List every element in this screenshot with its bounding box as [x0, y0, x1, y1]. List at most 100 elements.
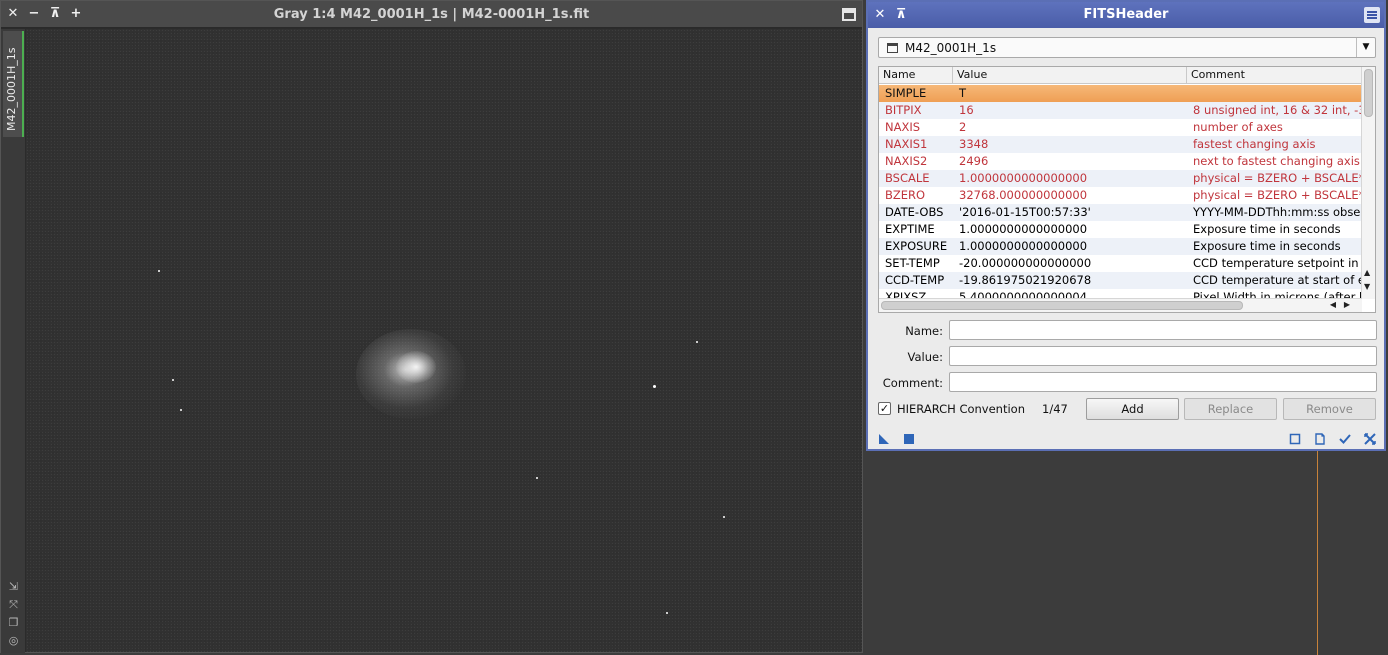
cell-name: NAXIS — [885, 120, 921, 134]
horizontal-scrollbar[interactable]: ◀ ▶ — [879, 298, 1362, 312]
cell-value: 1.0000000000000000 — [959, 171, 1088, 185]
desktop: ✕ − ⊼ + Gray 1:4 M42_0001H_1s | M42-0001… — [0, 0, 1388, 655]
fitsheader-title: FITSHeader — [1083, 7, 1169, 22]
fit-view-icon[interactable]: ⤧ — [7, 598, 20, 611]
hierarch-label: HIERARCH Convention — [897, 402, 1025, 416]
restore-window-icon[interactable] — [842, 8, 856, 21]
cancel-icon[interactable] — [1364, 433, 1376, 445]
table-row[interactable]: NAXIS1 3348 fastest changing axis — [879, 136, 1362, 153]
cell-name: NAXIS1 — [885, 137, 928, 151]
cell-comment: physical = BZERO + BSCALE*a — [1193, 188, 1362, 202]
cell-comment: CCD temperature setpoint in C — [1193, 256, 1362, 270]
table-row[interactable]: NAXIS2 2496 next to fastest changing axis — [879, 153, 1362, 170]
hierarch-checkbox[interactable]: ✓ — [878, 402, 891, 415]
star — [158, 270, 160, 272]
keyword-count: 1/47 — [1042, 402, 1068, 416]
name-field[interactable] — [949, 320, 1377, 340]
value-label: Value: — [907, 350, 943, 364]
checkmark-icon[interactable] — [1339, 433, 1351, 445]
cell-comment: fastest changing axis — [1193, 137, 1316, 151]
cell-comment: Exposure time in seconds — [1193, 239, 1341, 253]
cell-name: DATE-OBS — [885, 205, 944, 219]
cell-value: 32768.000000000000 — [959, 188, 1088, 202]
scroll-left-icon[interactable]: ◀ — [1330, 300, 1336, 309]
clone-view-icon[interactable]: ❐ — [7, 616, 20, 629]
apply-global-icon[interactable] — [903, 433, 915, 445]
image-window-titlebar[interactable]: ✕ − ⊼ + Gray 1:4 M42_0001H_1s | M42-0001… — [1, 1, 862, 28]
table-row[interactable]: EXPOSURE 1.0000000000000000 Exposure time … — [879, 238, 1362, 255]
cell-name: CCD-TEMP — [885, 273, 945, 287]
replace-button[interactable]: Replace — [1184, 398, 1277, 420]
identifier-icon[interactable]: ◎ — [7, 634, 20, 647]
table-row[interactable]: BSCALE 1.0000000000000000 physical = BZERO… — [879, 170, 1362, 187]
fitsheader-window: ✕ ⊼ FITSHeader M42_0001H_1s ▼ Name Value… — [866, 0, 1386, 451]
cell-name: BITPIX — [885, 103, 922, 117]
scrollbar-thumb[interactable] — [881, 301, 1243, 310]
keywords-table[interactable]: Name Value Comment SIMPLE T BITPIX 16 8 unsi… — [878, 66, 1376, 313]
cell-value: '2016-01-15T00:57:33' — [959, 205, 1091, 219]
resize-arrow-icon[interactable]: ⇲ — [7, 580, 20, 593]
column-header-value[interactable]: Value — [953, 67, 1187, 84]
cell-value: 2496 — [959, 154, 989, 168]
star — [696, 341, 698, 343]
table-row[interactable]: BZERO 32768.000000000000 physical = BZERO … — [879, 187, 1362, 204]
image-window: ✕ − ⊼ + Gray 1:4 M42_0001H_1s | M42-0001… — [0, 0, 863, 653]
new-instance-icon[interactable] — [878, 433, 890, 445]
column-header-name[interactable]: Name — [879, 67, 953, 84]
comment-label: Comment: — [882, 376, 943, 390]
view-tab[interactable]: M42_0001H_1s — [3, 31, 24, 137]
scrollbar-thumb[interactable] — [1364, 69, 1373, 117]
chevron-down-icon[interactable]: ▼ — [1356, 38, 1375, 57]
cell-value: 5.4000000000000004 — [959, 290, 1088, 298]
cell-value: -19.861975021920678 — [959, 273, 1092, 287]
table-row[interactable]: XPIXSZ 5.4000000000000004 Pixel Width in m… — [879, 289, 1362, 298]
vertical-scrollbar[interactable]: ▲ ▼ — [1361, 67, 1375, 299]
view-tab-bar: M42_0001H_1s ⇲ ⤧ ❐ ◎ — [1, 29, 25, 653]
scroll-up-icon[interactable]: ▲ — [1364, 268, 1370, 277]
column-header-comment[interactable]: Comment — [1187, 67, 1362, 84]
add-button[interactable]: Add — [1086, 398, 1179, 420]
image-canvas[interactable] — [26, 29, 862, 652]
cell-comment — [1187, 85, 1362, 102]
star — [723, 516, 725, 518]
table-row[interactable]: SIMPLE T — [879, 85, 1362, 102]
cell-comment: 8 unsigned int, 16 & 32 int, -32 — [1193, 103, 1362, 117]
cell-name: SET-TEMP — [885, 256, 940, 270]
cell-name: EXPOSURE — [885, 239, 948, 253]
reset-icon[interactable] — [1314, 433, 1326, 445]
view-selector-value: M42_0001H_1s — [905, 41, 997, 55]
table-row[interactable]: EXPTIME 1.0000000000000000 Exposure time i… — [879, 221, 1362, 238]
star — [653, 385, 656, 388]
cell-name: BSCALE — [885, 171, 930, 185]
comment-field[interactable] — [949, 372, 1377, 392]
table-row[interactable]: NAXIS 2 number of axes — [879, 119, 1362, 136]
table-header: Name Value Comment — [879, 67, 1362, 84]
cell-comment: next to fastest changing axis — [1193, 154, 1360, 168]
cell-comment: number of axes — [1193, 120, 1283, 134]
view-selector[interactable]: M42_0001H_1s ▼ — [878, 37, 1376, 58]
fitsheader-titlebar[interactable]: ✕ ⊼ FITSHeader — [868, 2, 1384, 28]
table-row[interactable]: CCD-TEMP -19.861975021920678 CCD temperatu… — [879, 272, 1362, 289]
scroll-right-icon[interactable]: ▶ — [1344, 300, 1350, 309]
cell-name: SIMPLE — [885, 86, 927, 100]
scroll-down-icon[interactable]: ▼ — [1364, 282, 1370, 291]
name-label: Name: — [905, 324, 943, 338]
cell-value: 2 — [959, 120, 967, 134]
star — [172, 379, 174, 381]
star — [536, 477, 538, 479]
cell-comment: YYYY-MM-DDThh:mm:ss obser — [1193, 205, 1362, 219]
cell-comment: Exposure time in seconds — [1193, 222, 1341, 236]
table-row[interactable]: SET-TEMP -20.000000000000000 CCD temperatu… — [879, 255, 1362, 272]
cell-name: NAXIS2 — [885, 154, 928, 168]
cell-comment: CCD temperature at start of ex — [1193, 273, 1362, 287]
view-icon — [887, 43, 898, 53]
value-field[interactable] — [949, 346, 1377, 366]
table-row[interactable]: BITPIX 16 8 unsigned int, 16 & 32 int, -32 — [879, 102, 1362, 119]
menu-icon[interactable] — [1364, 7, 1380, 23]
cell-value: 3348 — [959, 137, 989, 151]
star — [180, 409, 182, 411]
cell-value: T — [959, 86, 967, 100]
remove-button[interactable]: Remove — [1283, 398, 1376, 420]
browse-documentation-icon[interactable] — [1289, 433, 1301, 445]
table-row[interactable]: DATE-OBS '2016-01-15T00:57:33' YYYY-MM-DDT… — [879, 204, 1362, 221]
